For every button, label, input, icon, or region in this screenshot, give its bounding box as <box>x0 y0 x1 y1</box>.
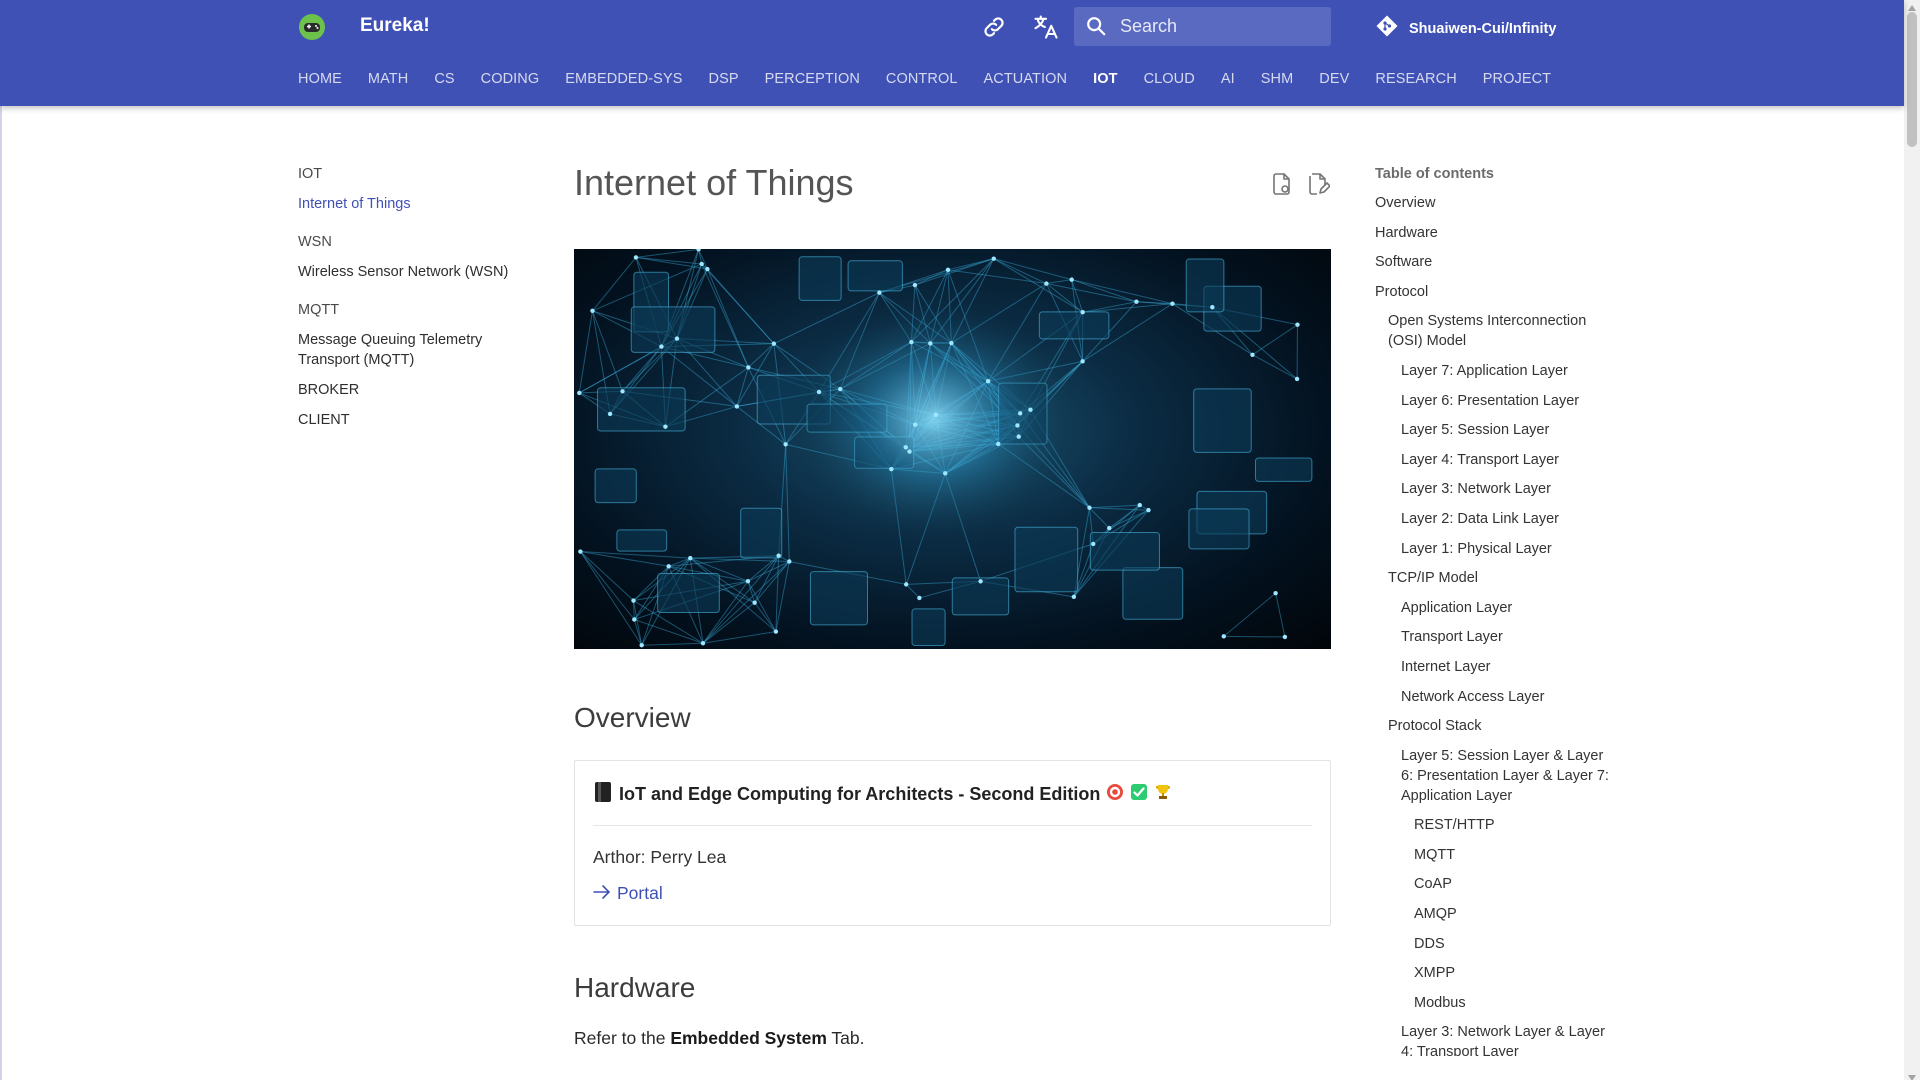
trophy-icon <box>1154 783 1172 806</box>
main-content: Internet of Things Overview IoT and Edge… <box>574 160 1331 1048</box>
search-box[interactable] <box>1074 7 1331 46</box>
toc-item[interactable]: Layer 6: Presentation Layer <box>1375 391 1615 411</box>
nav-item[interactable]: Message Queuing Telemetry Transport (MQT… <box>298 330 538 370</box>
page-actions <box>1270 172 1331 196</box>
search-input[interactable] <box>1120 7 1320 46</box>
tab-home[interactable]: HOME <box>298 71 342 87</box>
tab-dev[interactable]: DEV <box>1319 71 1349 87</box>
toc-item[interactable]: Layer 1: Physical Layer <box>1375 539 1615 559</box>
toc-item[interactable]: Layer 3: Network Layer <box>1375 479 1615 499</box>
toc-item[interactable]: TCP/IP Model <box>1375 568 1615 588</box>
page-title: Internet of Things <box>574 162 854 203</box>
search-icon <box>1085 15 1107 37</box>
nav-item[interactable]: Wireless Sensor Network (WSN) <box>298 262 538 282</box>
toc-item[interactable]: Internet Layer <box>1375 657 1615 677</box>
scroll-up-arrow-icon[interactable] <box>1906 0 1918 11</box>
toc-item[interactable]: AMQP <box>1375 904 1615 924</box>
check-icon <box>1130 783 1148 806</box>
book-card: IoT and Edge Computing for Architects - … <box>574 760 1331 926</box>
view-source-icon[interactable] <box>1270 172 1294 196</box>
scroll-down-arrow-icon[interactable] <box>1906 1070 1918 1080</box>
tab-cloud[interactable]: CLOUD <box>1144 71 1195 87</box>
overview-heading: Overview <box>574 702 691 733</box>
toc-item[interactable]: CoAP <box>1375 874 1615 894</box>
scrollbar-thumb[interactable] <box>1907 12 1917 147</box>
toc-item[interactable]: Overview <box>1375 193 1615 213</box>
tab-control[interactable]: CONTROL <box>886 71 958 87</box>
embedded-system-ref: Embedded System <box>670 1028 827 1048</box>
link-icon[interactable] <box>979 12 1009 42</box>
toc-item[interactable]: Transport Layer <box>1375 627 1615 647</box>
target-icon <box>1106 783 1124 806</box>
toc-item[interactable]: Layer 5: Session Layer & Layer 6: Presen… <box>1375 746 1615 806</box>
nav-section-wsn[interactable]: WSN <box>298 234 538 250</box>
hardware-text: Refer to the Embedded System Tab. <box>574 1028 865 1048</box>
site-header: Eureka! Search Shuaiwen-Cui/Infinity HOM… <box>0 0 1904 106</box>
book-author: Arthor: Perry Lea <box>593 847 727 867</box>
tab-shm[interactable]: SHM <box>1261 71 1294 87</box>
translate-icon[interactable] <box>1031 12 1061 42</box>
window-edge <box>0 0 2 1080</box>
card-divider <box>593 825 1312 826</box>
tab-project[interactable]: PROJECT <box>1483 71 1551 87</box>
left-navigation: IOT Internet of Things WSN Wireless Sensor … <box>298 166 538 450</box>
nav-section-iot[interactable]: IOT <box>298 166 538 182</box>
tab-coding[interactable]: CODING <box>481 71 540 87</box>
toc-title: Table of contents <box>1375 166 1494 182</box>
toc-item[interactable]: Modbus <box>1375 993 1615 1013</box>
toc-item[interactable]: REST/HTTP <box>1375 815 1615 835</box>
hardware-heading: Hardware <box>574 972 696 1003</box>
git-icon <box>1375 14 1399 43</box>
portal-link[interactable]: Portal <box>593 883 663 904</box>
book-title: IoT and Edge Computing for Architects - … <box>593 781 1172 808</box>
nav-item[interactable]: CLIENT <box>298 410 538 430</box>
book-icon <box>593 781 613 808</box>
top-tabs: HOME MATH CS CODING EMBEDDED-SYS DSP PERCEPTIO… <box>298 71 1577 87</box>
scrollbar-track[interactable] <box>1904 0 1920 1080</box>
tab-actuation[interactable]: ACTUATION <box>983 71 1067 87</box>
toc-item[interactable]: Layer 4: Transport Layer <box>1375 450 1615 470</box>
toc-item[interactable]: Protocol Stack <box>1375 716 1615 736</box>
tab-iot[interactable]: IOT <box>1093 71 1117 87</box>
tab-perception[interactable]: PERCEPTION <box>765 71 860 87</box>
nav-item[interactable]: BROKER <box>298 380 538 400</box>
edit-page-icon[interactable] <box>1306 172 1331 196</box>
gamepad-logo-icon[interactable] <box>298 13 326 41</box>
arrow-right-icon <box>593 883 611 904</box>
toc-item[interactable]: Open Systems Interconnection (OSI) Model <box>1375 311 1615 351</box>
toc-item[interactable]: MQTT <box>1375 845 1615 865</box>
toc-item[interactable]: Layer 3: Network Layer & Layer 4: Transp… <box>1375 1022 1615 1056</box>
toc-item[interactable]: Software <box>1375 252 1615 272</box>
repo-link[interactable]: Shuaiwen-Cui/Infinity <box>1375 14 1556 43</box>
toc-item[interactable]: Hardware <box>1375 223 1615 243</box>
nav-section-mqtt[interactable]: MQTT <box>298 302 538 318</box>
tab-cs[interactable]: CS <box>434 71 454 87</box>
toc-item[interactable]: DDS <box>1375 934 1615 954</box>
toc-item[interactable]: Layer 2: Data Link Layer <box>1375 509 1615 529</box>
tab-research[interactable]: RESEARCH <box>1375 71 1456 87</box>
repo-label: Shuaiwen-Cui/Infinity <box>1409 20 1557 37</box>
tab-ai[interactable]: AI <box>1221 71 1235 87</box>
toc-item[interactable]: Application Layer <box>1375 598 1615 618</box>
toc-item[interactable]: Layer 7: Application Layer <box>1375 361 1615 381</box>
nav-item[interactable]: Internet of Things <box>298 194 538 214</box>
toc-item[interactable]: Network Access Layer <box>1375 687 1615 707</box>
toc-item[interactable]: Protocol <box>1375 282 1615 302</box>
site-title[interactable]: Eureka! <box>360 15 430 37</box>
table-of-contents: Table of contents Overview Hardware Softwa… <box>1375 166 1615 1056</box>
hero-image <box>574 249 1331 649</box>
tab-embedded-sys[interactable]: EMBEDDED-SYS <box>565 71 682 87</box>
tab-math[interactable]: MATH <box>368 71 408 87</box>
toc-item[interactable]: Layer 5: Session Layer <box>1375 420 1615 440</box>
toc-item[interactable]: XMPP <box>1375 963 1615 983</box>
tab-dsp[interactable]: DSP <box>709 71 739 87</box>
